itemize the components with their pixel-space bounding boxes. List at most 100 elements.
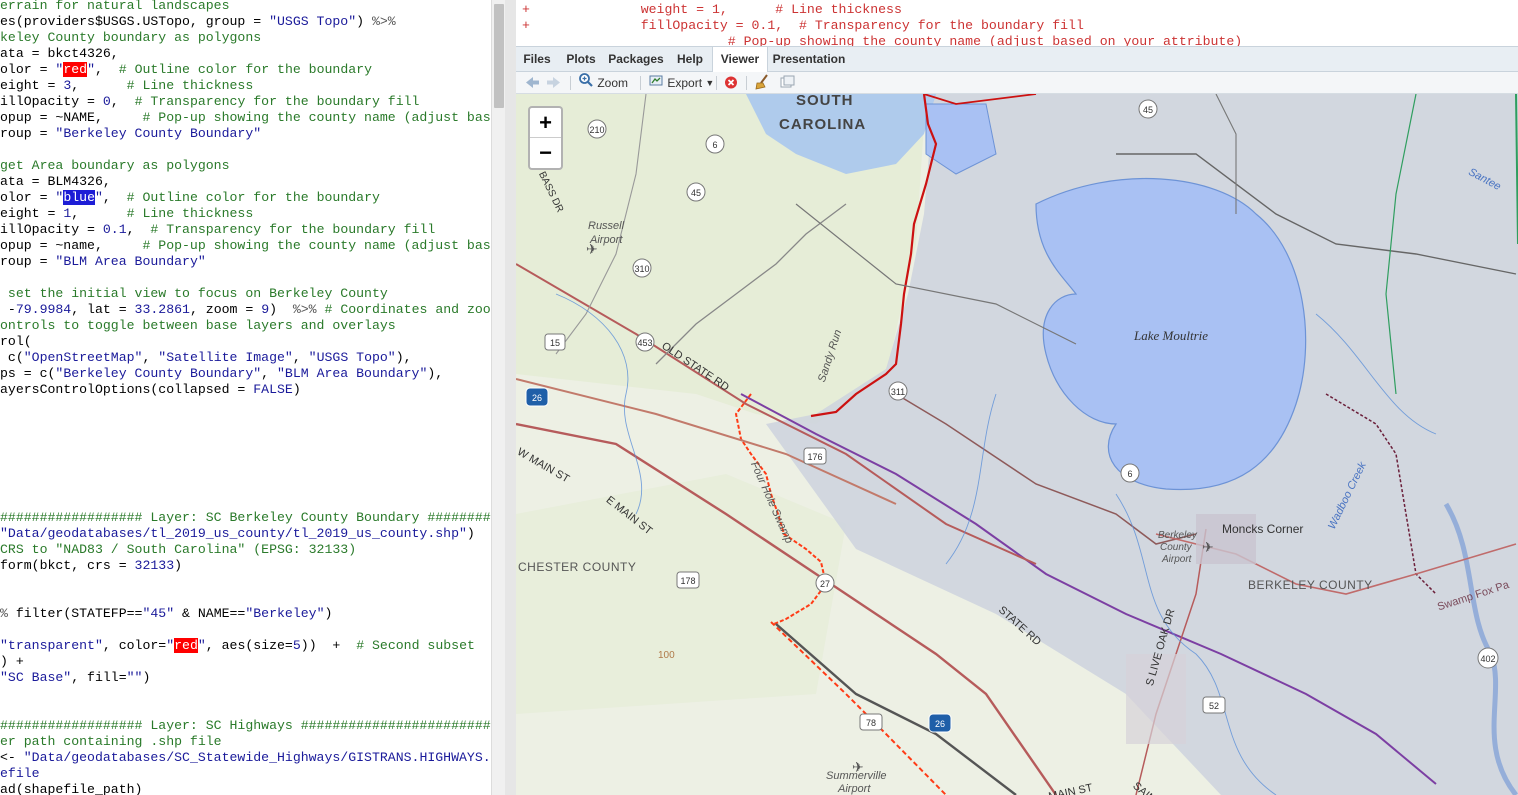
code-token: eight =	[0, 78, 64, 93]
code-token: roup =	[0, 254, 56, 269]
code-token: rol(	[0, 334, 32, 349]
route-shield: 210	[587, 119, 607, 139]
code-token: 33.2861	[134, 302, 190, 317]
code-token: ) +	[0, 654, 24, 669]
tab-viewer[interactable]: Viewer	[712, 47, 768, 73]
code-token: ,	[292, 350, 309, 365]
route-shield: 78	[859, 713, 883, 731]
code-token: )	[142, 670, 151, 685]
code-token: )	[324, 606, 333, 621]
code-token: "BLM Area Boundary"	[277, 366, 428, 381]
map-canvas[interactable]: 210 6 45 310 453 15 26 311 176 6 178 27 …	[516, 94, 1518, 795]
code-token: er path containing .shp file	[0, 734, 222, 749]
shield-label: 178	[680, 576, 695, 586]
code-token: olor =	[0, 190, 56, 205]
code-line: opup = ~name, # Pop-up showing the count…	[0, 238, 491, 254]
code-line: ayersControlOptions(collapsed = FALSE)	[0, 382, 301, 398]
pane-splitter[interactable]	[505, 0, 516, 795]
code-token: illOpacity =	[0, 222, 103, 237]
shield-label: 310	[634, 264, 649, 274]
leaflet-map[interactable]: 210 6 45 310 453 15 26 311 176 6 178 27 …	[516, 94, 1518, 795]
code-line: illOpacity = 0, # Transparency for the b…	[0, 94, 419, 110]
editor-scrollbar[interactable]	[491, 0, 506, 795]
code-token: %>%	[292, 302, 317, 317]
code-token: "USGS Topo"	[269, 14, 357, 29]
code-line: rol(	[0, 334, 32, 350]
code-line: CRS to "NAD83 / South Carolina" (EPSG: 3…	[0, 542, 356, 558]
toolbar-separator	[746, 76, 747, 90]
tab-packages[interactable]: Packages	[604, 47, 668, 72]
route-shield: 6	[1120, 463, 1140, 483]
export-button[interactable]: Export ▼	[648, 72, 714, 93]
code-token: 0	[102, 94, 111, 109]
route-shield: 45	[1138, 99, 1158, 119]
source-editor[interactable]: errain for natural landscapes es(provider…	[0, 0, 491, 795]
code-token: "45"	[142, 606, 175, 621]
code-token: 0.1	[102, 222, 127, 237]
zoom-button[interactable]: Zoom	[578, 72, 628, 93]
airport-label: Airport	[590, 234, 623, 246]
toolbar-separator	[570, 76, 571, 90]
broom-button[interactable]	[753, 72, 771, 93]
code-line: er path containing .shp file	[0, 734, 222, 750]
console-line: + weight = 1, # Line thickness	[522, 2, 902, 18]
county-label: BERKELEY COUNTY	[1248, 578, 1373, 592]
code-token: ,	[142, 350, 159, 365]
code-line: olor = "blue", # Outline color for the b…	[0, 190, 380, 206]
route-shield: 453	[635, 332, 655, 352]
zoom-out-button[interactable]: −	[530, 138, 561, 167]
zoom-label: Zoom	[597, 76, 629, 90]
code-token: ""	[126, 670, 143, 685]
code-token: eight =	[0, 206, 64, 221]
clear-viewer-button[interactable]	[723, 72, 739, 93]
code-token: ),	[395, 350, 412, 365]
code-line: form(bkct, crs = 32133)	[0, 558, 182, 574]
route-shield: 311	[888, 381, 908, 401]
zoom-icon	[578, 72, 594, 95]
code-token: "Satellite Image"	[158, 350, 293, 365]
code-line: olor = "red", # Outline color for the bo…	[0, 62, 372, 78]
console-text: # Pop-up showing the county name (adjust…	[522, 34, 1243, 46]
shield-label: 176	[807, 452, 822, 462]
route-shield: 45	[686, 182, 706, 202]
console-text: weight = 1, # Line thickness	[529, 2, 902, 17]
airport-label: Airport	[838, 783, 871, 795]
tab-plots[interactable]: Plots	[560, 47, 602, 72]
code-token: )	[292, 382, 301, 397]
code-token: "BLM Area Boundary"	[55, 254, 206, 269]
code-token: %>%	[371, 14, 396, 29]
route-shield: 178	[676, 571, 700, 589]
code-line: errain for natural landscapes	[0, 0, 230, 14]
code-token: 32133	[134, 558, 175, 573]
back-arrow-icon[interactable]	[524, 72, 540, 93]
pane-tabs: Files Plots Packages Help Viewer Present…	[516, 46, 1518, 73]
shield-label: 26	[935, 719, 945, 729]
code-token: get Area boundary as polygons	[0, 158, 230, 173]
code-line: ontrols to toggle between base layers an…	[0, 318, 396, 334]
tab-help[interactable]: Help	[671, 47, 709, 72]
code-line: % filter(STATEFP=="45" & NAME=="Berkeley…	[0, 606, 332, 622]
state-label: SOUTH	[796, 94, 854, 109]
popout-button[interactable]	[778, 72, 796, 93]
zoom-in-button[interactable]: +	[530, 108, 561, 138]
viewer-toolbar: Zoom Export ▼	[516, 72, 1518, 94]
route-shield: 310	[632, 258, 652, 278]
tab-files[interactable]: Files	[516, 47, 558, 72]
forward-arrow-icon[interactable]	[546, 72, 562, 93]
editor-scrollbar-thumb[interactable]	[494, 4, 504, 108]
shield-label: 6	[712, 140, 717, 150]
code-token: # Line thickness	[126, 78, 254, 93]
code-token: red	[174, 638, 198, 653]
code-token: )	[356, 14, 372, 29]
code-token: ################## Layer: SC Berkeley Co…	[0, 510, 491, 525]
code-token: blue	[63, 190, 95, 205]
code-token: ayersControlOptions(collapsed =	[0, 382, 254, 397]
code-token: 5	[292, 638, 301, 653]
code-token: errain for natural landscapes	[0, 0, 230, 13]
code-token: , zoom =	[189, 302, 262, 317]
code-line: opup = ~NAME, # Pop-up showing the count…	[0, 110, 491, 126]
shield-label: 15	[550, 338, 560, 348]
tab-presentation[interactable]: Presentation	[769, 47, 849, 72]
code-line: roup = "BLM Area Boundary"	[0, 254, 206, 270]
